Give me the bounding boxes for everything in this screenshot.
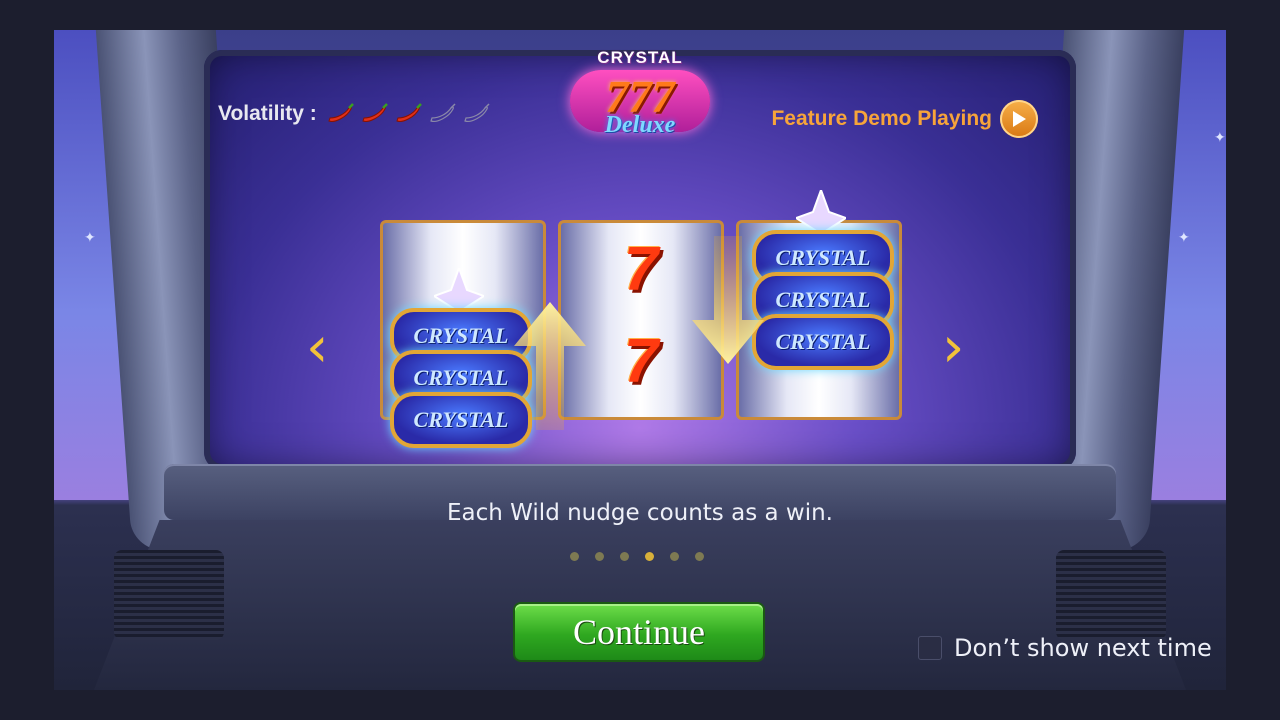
page-dot-active[interactable] bbox=[645, 552, 654, 561]
chili-pepper-icon bbox=[362, 103, 388, 122]
dont-show-checkbox[interactable] bbox=[918, 636, 942, 660]
chevron-left-icon[interactable]: ‹ bbox=[306, 320, 328, 376]
page-indicator bbox=[570, 552, 704, 561]
tutorial-caption: Each Wild nudge counts as a win. bbox=[447, 500, 833, 526]
wild-label: CRYSTAL bbox=[413, 323, 509, 348]
continue-button[interactable]: Continue bbox=[515, 604, 763, 660]
game-frame: ✦ ✦ ✦ Volatility : CRYSTAL 777 Deluxe Fe… bbox=[54, 30, 1226, 690]
feature-demo-status[interactable]: Feature Demo Playing bbox=[771, 100, 1038, 138]
arrow-up-icon bbox=[514, 302, 586, 430]
volatility-peppers bbox=[325, 103, 491, 125]
wild-label: CRYSTAL bbox=[775, 245, 871, 270]
arrow-down-icon bbox=[692, 236, 764, 364]
chili-pepper-icon bbox=[328, 103, 354, 122]
crystal-icon bbox=[434, 268, 484, 312]
wild-label: CRYSTAL bbox=[413, 407, 509, 432]
dont-show-option[interactable]: Don’t show next time bbox=[918, 634, 1212, 662]
sparkle-icon: ✦ bbox=[1178, 230, 1190, 246]
seven-symbol: 7 bbox=[623, 327, 659, 396]
page-dot[interactable] bbox=[670, 552, 679, 561]
sparkle-icon: ✦ bbox=[84, 230, 96, 246]
logo-sub-text: Deluxe bbox=[604, 112, 676, 138]
play-icon[interactable] bbox=[1000, 100, 1038, 138]
wild-coin: CRYSTAL bbox=[752, 314, 894, 370]
chili-pepper-icon bbox=[430, 103, 456, 122]
wild-symbol-right: CRYSTAL CRYSTAL CRYSTAL bbox=[746, 190, 896, 370]
logo-top-text: CRYSTAL bbox=[597, 48, 683, 67]
wild-coin: CRYSTAL bbox=[390, 392, 532, 448]
game-logo: CRYSTAL 777 Deluxe bbox=[556, 48, 724, 148]
volatility-label: Volatility : bbox=[218, 102, 317, 125]
page-dot[interactable] bbox=[695, 552, 704, 561]
sparkle-icon: ✦ bbox=[1214, 130, 1226, 146]
speaker-grille-right bbox=[1056, 550, 1166, 640]
page-dot[interactable] bbox=[570, 552, 579, 561]
wild-label: CRYSTAL bbox=[775, 329, 871, 354]
seven-symbol: 7 bbox=[623, 235, 659, 304]
wild-label: CRYSTAL bbox=[775, 287, 871, 312]
chevron-right-icon[interactable]: › bbox=[942, 320, 964, 376]
volatility-meter: Volatility : bbox=[218, 102, 491, 126]
dont-show-label: Don’t show next time bbox=[954, 634, 1212, 662]
feature-demo-label: Feature Demo Playing bbox=[771, 107, 992, 130]
crystal-icon bbox=[796, 190, 846, 234]
wild-label: CRYSTAL bbox=[413, 365, 509, 390]
chili-pepper-icon bbox=[396, 103, 422, 122]
chili-pepper-icon bbox=[464, 103, 490, 122]
speaker-grille-left bbox=[114, 550, 224, 640]
page-dot[interactable] bbox=[620, 552, 629, 561]
page-dot[interactable] bbox=[595, 552, 604, 561]
wild-symbol-left: CRYSTAL CRYSTAL CRYSTAL bbox=[384, 268, 534, 448]
